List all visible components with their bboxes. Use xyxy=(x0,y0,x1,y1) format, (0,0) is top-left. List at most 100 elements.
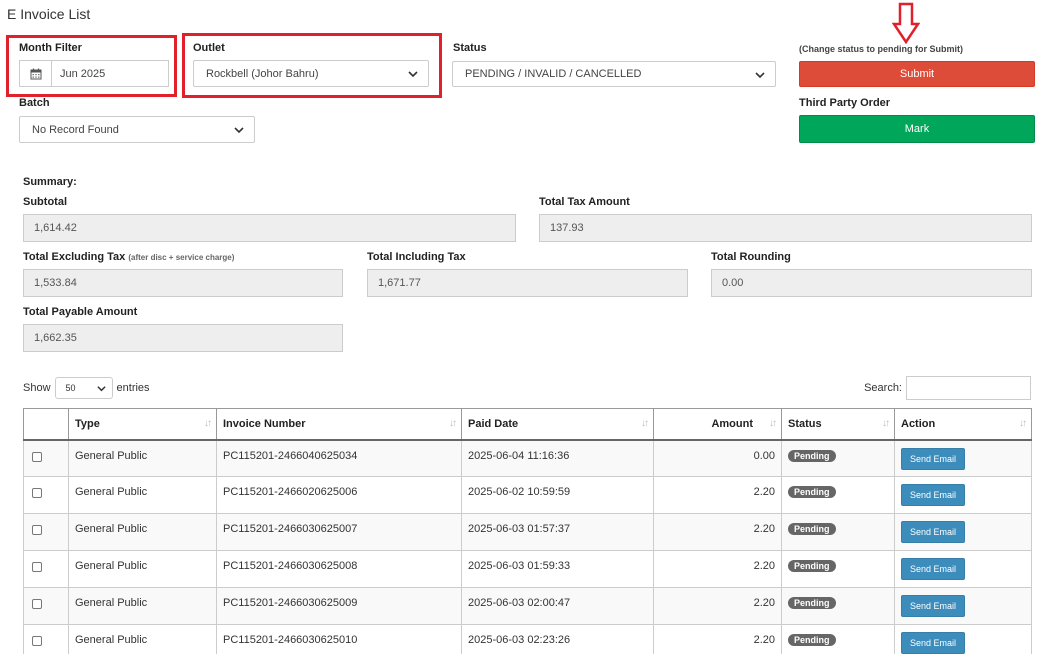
row-checkbox[interactable] xyxy=(32,488,42,498)
row-select-cell xyxy=(23,513,69,551)
action-cell: Send Email xyxy=(894,439,1032,477)
submit-button[interactable]: Submit xyxy=(799,61,1035,87)
invoice-number-cell: PC115201-2466030625007 xyxy=(216,513,462,551)
status-cell: Pending xyxy=(781,624,895,654)
send-email-button[interactable]: Send Email xyxy=(901,632,966,654)
table-row: General Public PC115201-2466030625010 2025… xyxy=(23,624,1032,654)
status-badge: Pending xyxy=(788,486,836,498)
send-email-button[interactable]: Send Email xyxy=(901,558,966,580)
third-party-order-label: Third Party Order xyxy=(799,97,891,109)
paid-date-cell: 2025-06-03 01:59:33 xyxy=(461,550,654,588)
invoice-number-cell: PC115201-2466020625006 xyxy=(216,476,462,514)
column-header-label: Paid Date xyxy=(468,417,519,430)
amount-cell: 2.20 xyxy=(653,624,782,654)
column-header-invoice-number[interactable]: Invoice Number ↓↑ xyxy=(216,408,462,441)
batch-label: Batch xyxy=(19,97,50,109)
row-checkbox[interactable] xyxy=(32,525,42,535)
status-badge: Pending xyxy=(788,560,836,572)
column-header-label: Status xyxy=(788,417,822,430)
row-select-cell xyxy=(23,476,69,514)
invoice-number-cell: PC115201-2466040625034 xyxy=(216,439,462,477)
page-length-select[interactable]: 50 xyxy=(54,377,113,399)
chevron-down-icon xyxy=(755,72,765,79)
row-checkbox[interactable] xyxy=(32,562,42,572)
column-header-paid-date[interactable]: Paid Date ↓↑ xyxy=(461,408,654,441)
show-label: Show xyxy=(23,382,51,394)
batch-select[interactable]: No Record Found xyxy=(19,116,255,143)
status-badge: Pending xyxy=(788,597,836,609)
incl-tax-field: 1,671.77 xyxy=(367,269,688,297)
table-row: General Public PC115201-2466030625009 2025… xyxy=(23,587,1032,625)
status-select-value: PENDING / INVALID / CANCELLED xyxy=(465,68,642,80)
status-badge: Pending xyxy=(788,449,836,462)
sort-icon: ↓↑ xyxy=(1019,418,1027,429)
amount-cell: 2.20 xyxy=(653,476,782,514)
invoice-number-cell: PC115201-2466030625010 xyxy=(216,624,462,654)
search-label: Search: xyxy=(864,382,902,394)
column-header-label: Action xyxy=(901,417,936,430)
amount-cell: 2.20 xyxy=(653,513,782,551)
chevron-down-icon xyxy=(234,127,244,134)
row-select-cell xyxy=(23,624,69,654)
send-email-button[interactable]: Send Email xyxy=(901,595,966,617)
action-cell: Send Email xyxy=(894,550,1032,588)
batch-select-value: No Record Found xyxy=(32,123,119,136)
excl-tax-note: (after disc + service charge) xyxy=(128,253,235,262)
action-cell: Send Email xyxy=(894,513,1032,551)
table-header-row: Type ↓↑ Invoice Number ↓↑ Paid Date ↓↑ Amou… xyxy=(23,408,1032,441)
chevron-down-icon xyxy=(408,71,418,78)
amount-cell: 0.00 xyxy=(653,439,782,477)
amount-cell: 2.20 xyxy=(653,550,782,588)
sort-icon: ↓↑ xyxy=(769,418,777,429)
excl-tax-field: 1,533.84 xyxy=(23,269,343,297)
column-header-action[interactable]: Action ↓↑ xyxy=(894,408,1032,441)
column-header-select xyxy=(23,408,69,441)
mark-button[interactable]: Mark xyxy=(799,115,1035,143)
type-cell: General Public xyxy=(68,550,217,588)
row-checkbox[interactable] xyxy=(32,451,42,462)
row-select-cell xyxy=(23,439,69,477)
rounding-label: Total Rounding xyxy=(711,251,791,263)
action-cell: Send Email xyxy=(894,476,1032,514)
payable-label: Total Payable Amount xyxy=(23,306,138,318)
status-cell: Pending xyxy=(781,587,895,625)
send-email-button[interactable]: Send Email xyxy=(901,447,966,470)
subtotal-label: Subtotal xyxy=(23,196,67,208)
send-email-button[interactable]: Send Email xyxy=(901,484,966,506)
invoice-number-cell: PC115201-2466030625009 xyxy=(216,587,462,625)
page-length-value: 50 xyxy=(65,383,76,393)
status-select[interactable]: PENDING / INVALID / CANCELLED xyxy=(452,61,776,87)
paid-date-cell: 2025-06-02 10:59:59 xyxy=(461,476,654,514)
outlet-label: Outlet xyxy=(193,42,225,54)
sort-icon: ↓↑ xyxy=(641,418,649,429)
calendar-icon[interactable] xyxy=(19,60,51,87)
outlet-select-value: Rockbell (Johor Bahru) xyxy=(206,67,319,80)
page-length-control: Show 50 entries xyxy=(23,377,150,399)
outlet-select[interactable]: Rockbell (Johor Bahru) xyxy=(193,60,429,87)
amount-cell: 2.20 xyxy=(653,587,782,625)
month-filter-label: Month Filter xyxy=(19,42,82,54)
payable-field: 1,662.35 xyxy=(23,324,343,352)
status-badge: Pending xyxy=(788,523,836,535)
column-header-type[interactable]: Type ↓↑ xyxy=(68,408,217,441)
row-checkbox[interactable] xyxy=(32,599,42,609)
excl-tax-label-text: Total Excluding Tax xyxy=(23,251,126,263)
page-title: E Invoice List xyxy=(7,6,91,22)
month-filter[interactable]: Jun 2025 xyxy=(19,60,169,87)
table-search: Search: xyxy=(864,376,1031,400)
month-filter-input[interactable]: Jun 2025 xyxy=(51,60,169,87)
total-tax-label: Total Tax Amount xyxy=(539,196,630,208)
send-email-button[interactable]: Send Email xyxy=(901,521,966,543)
row-checkbox[interactable] xyxy=(32,636,42,646)
row-select-cell xyxy=(23,587,69,625)
subtotal-field: 1,614.42 xyxy=(23,214,516,242)
column-header-label: Invoice Number xyxy=(223,417,306,430)
type-cell: General Public xyxy=(68,476,217,514)
table-row: General Public PC115201-2466040625034 2025… xyxy=(23,439,1032,477)
sort-icon: ↓↑ xyxy=(204,418,212,429)
action-cell: Send Email xyxy=(894,587,1032,625)
chevron-down-icon xyxy=(96,386,106,392)
column-header-status[interactable]: Status ↓↑ xyxy=(781,408,895,441)
column-header-amount[interactable]: Amount ↓↑ xyxy=(653,408,782,441)
search-input[interactable] xyxy=(906,376,1031,400)
